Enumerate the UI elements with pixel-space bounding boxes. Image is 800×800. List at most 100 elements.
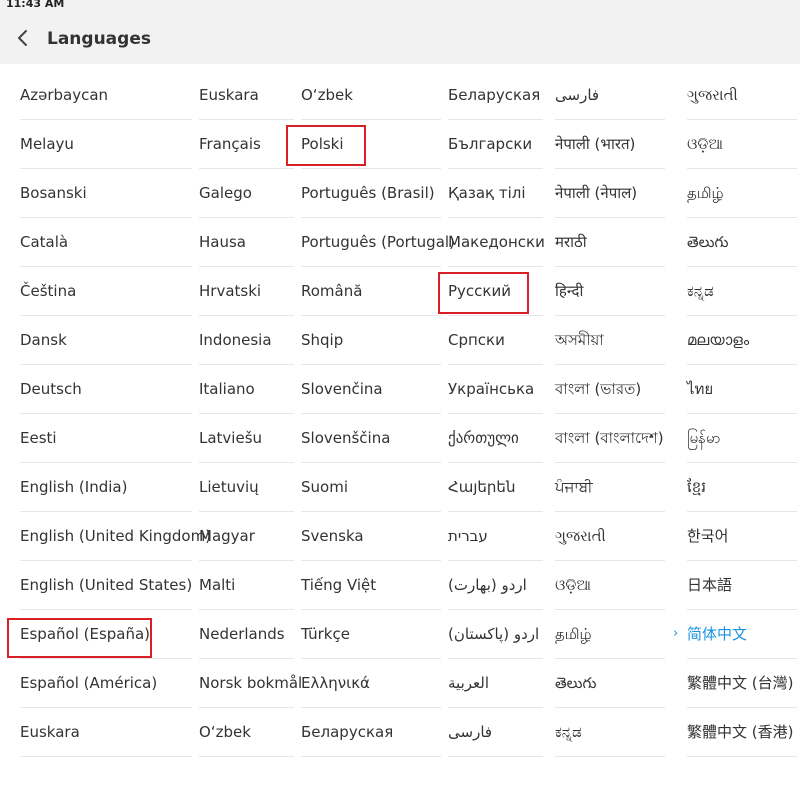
language-label: Magyar: [199, 527, 255, 545]
language-item[interactable]: Malti: [199, 561, 294, 610]
language-item[interactable]: English (India): [20, 463, 192, 512]
language-item[interactable]: Беларуская: [448, 71, 543, 120]
language-item[interactable]: Türkçe: [301, 610, 441, 659]
language-item[interactable]: മലയാളം: [687, 316, 797, 365]
language-label: O‘zbek: [199, 723, 251, 741]
language-item[interactable]: Hausa: [199, 218, 294, 267]
language-item[interactable]: Español (América): [20, 659, 192, 708]
language-label: Azərbaycan: [20, 86, 109, 104]
language-item[interactable]: తెలుగు: [687, 218, 797, 267]
language-item[interactable]: Svenska: [301, 512, 441, 561]
language-item[interactable]: தமிழ்: [555, 610, 665, 659]
language-item[interactable]: Latviešu: [199, 414, 294, 463]
language-item[interactable]: Ελληνικά: [301, 659, 441, 708]
language-item[interactable]: தமிழ்: [687, 169, 797, 218]
language-item[interactable]: O‘zbek: [199, 708, 294, 757]
language-item[interactable]: Galego: [199, 169, 294, 218]
language-item[interactable]: Nederlands: [199, 610, 294, 659]
language-item[interactable]: 繁體中文 (台灣): [687, 659, 797, 708]
language-item[interactable]: Հայերեն: [448, 463, 543, 512]
language-item[interactable]: Français: [199, 120, 294, 169]
language-item[interactable]: Norsk bokmål: [199, 659, 302, 708]
language-item[interactable]: অসমীয়া: [555, 316, 665, 365]
language-item[interactable]: Polski: [301, 120, 441, 169]
language-item[interactable]: Deutsch: [20, 365, 192, 414]
language-item[interactable]: فارسی: [448, 708, 543, 757]
language-item[interactable]: ქართული: [448, 414, 543, 463]
language-item[interactable]: Slovenčina: [301, 365, 441, 414]
language-item[interactable]: English (United Kingdom): [20, 512, 211, 561]
language-item[interactable]: Беларуская: [301, 708, 441, 757]
language-item[interactable]: Македонски: [448, 218, 545, 267]
language-item[interactable]: Dansk: [20, 316, 192, 365]
language-item[interactable]: Euskara: [199, 71, 294, 120]
language-item[interactable]: తెలుగు: [555, 659, 665, 708]
language-item[interactable]: Tiếng Việt: [301, 561, 441, 610]
language-item[interactable]: Српски: [448, 316, 543, 365]
language-item[interactable]: ไทย: [687, 365, 797, 414]
language-item[interactable]: English (United States): [20, 561, 192, 610]
language-label: Français: [199, 135, 261, 153]
language-item[interactable]: 繁體中文 (香港): [687, 708, 797, 757]
language-item[interactable]: Русский: [448, 267, 543, 316]
back-button[interactable]: [8, 22, 38, 54]
language-item[interactable]: Indonesia: [199, 316, 294, 365]
language-item[interactable]: Shqip: [301, 316, 441, 365]
language-item[interactable]: Български: [448, 120, 543, 169]
language-item[interactable]: Hrvatski: [199, 267, 294, 316]
language-item[interactable]: اردو (بھارت): [448, 561, 543, 610]
language-label: Беларуская: [448, 86, 541, 104]
language-item[interactable]: Italiano: [199, 365, 294, 414]
language-item[interactable]: ગુજરાતી: [687, 71, 797, 120]
language-item[interactable]: Português (Brasil): [301, 169, 441, 218]
language-item[interactable]: Қазақ тілі: [448, 169, 543, 218]
language-item[interactable]: ಕನ್ನಡ: [687, 267, 797, 316]
language-item[interactable]: اردو (پاکستان): [448, 610, 543, 659]
language-label: Suomi: [301, 478, 348, 496]
language-item[interactable]: Euskara: [20, 708, 192, 757]
language-item[interactable]: 日本語: [687, 561, 797, 610]
language-item[interactable]: ગુજરાતી: [555, 512, 665, 561]
language-item[interactable]: עברית: [448, 512, 543, 561]
language-label: Română: [301, 282, 363, 300]
language-item[interactable]: 한국어: [687, 512, 797, 561]
language-item[interactable]: ਪੰਜਾਬੀ: [555, 463, 665, 512]
header-bar: Languages: [0, 12, 800, 64]
language-item[interactable]: Suomi: [301, 463, 441, 512]
language-label: Русский: [448, 282, 511, 300]
language-item[interactable]: Eesti: [20, 414, 192, 463]
language-label: English (India): [20, 478, 128, 496]
language-item[interactable]: বাংলা (ভারত): [555, 365, 665, 414]
language-item[interactable]: Português (Portugal): [301, 218, 455, 267]
language-item[interactable]: Українська: [448, 365, 543, 414]
language-item[interactable]: မြန်မာ: [687, 414, 797, 463]
language-label: Ελληνικά: [301, 674, 370, 692]
language-item[interactable]: Català: [20, 218, 192, 267]
language-label: தமிழ்: [687, 184, 724, 202]
language-item[interactable]: Čeština: [20, 267, 192, 316]
language-item[interactable]: Română: [301, 267, 441, 316]
language-item[interactable]: Azərbaycan: [20, 71, 192, 120]
language-item[interactable]: Bosanski: [20, 169, 192, 218]
language-label: Қазақ тілі: [448, 184, 526, 202]
language-item[interactable]: ಕನ್ನಡ: [555, 708, 665, 757]
language-item[interactable]: मराठी: [555, 218, 665, 267]
language-item[interactable]: नेपाली (भारत): [555, 120, 665, 169]
language-item[interactable]: O‘zbek: [301, 71, 441, 120]
language-label: Čeština: [20, 282, 77, 300]
language-item[interactable]: বাংলা (বাংলাদেশ): [555, 414, 665, 463]
language-item[interactable]: Magyar: [199, 512, 294, 561]
language-item[interactable]: Melayu: [20, 120, 192, 169]
language-item[interactable]: Slovenščina: [301, 414, 441, 463]
language-item[interactable]: العربية: [448, 659, 543, 708]
language-item[interactable]: › 简体中文: [673, 610, 797, 659]
language-item[interactable]: فارسی: [555, 71, 665, 120]
language-item[interactable]: Español (España): [20, 610, 192, 659]
language-item[interactable]: ខ្មែរ: [687, 463, 797, 512]
language-item[interactable]: नेपाली (नेपाल): [555, 169, 665, 218]
language-label: Norsk bokmål: [199, 674, 303, 692]
language-item[interactable]: ଓଡ଼ିଆ: [687, 120, 797, 169]
language-item[interactable]: ଓଡ଼ିଆ: [555, 561, 665, 610]
language-item[interactable]: हिन्दी: [555, 267, 665, 316]
language-item[interactable]: Lietuvių: [199, 463, 294, 512]
